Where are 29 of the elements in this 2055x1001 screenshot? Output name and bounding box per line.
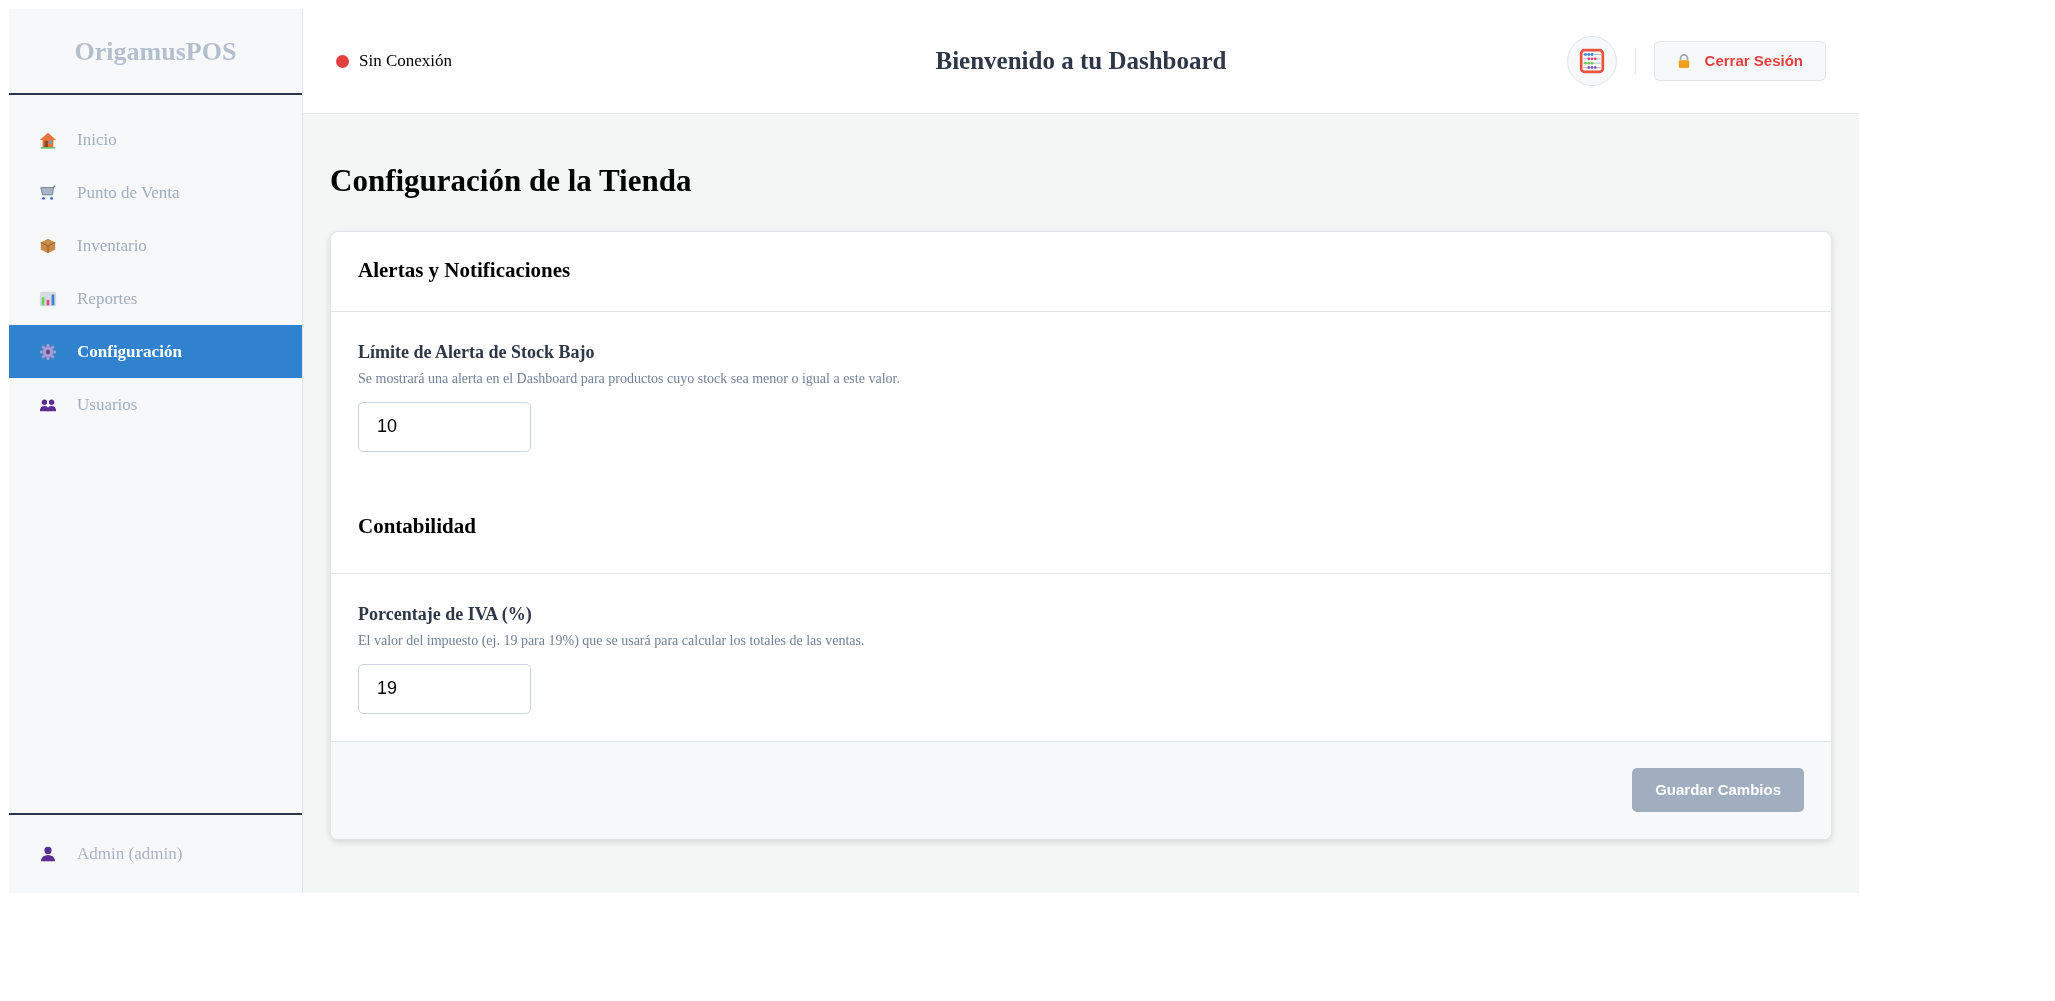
section-title: Contabilidad [358, 512, 476, 540]
nav-item[interactable]: Inicio [9, 113, 302, 166]
logout-button[interactable]: Cerrar Sesión [1653, 41, 1826, 81]
padlock-icon [1676, 54, 1691, 68]
number-field[interactable]: 10 [358, 401, 531, 452]
page-header-title: Bienvenido a tu Dashboard [935, 46, 1227, 77]
app-logo: OrigamusPOS [74, 35, 237, 68]
field-help: El valor del impuesto (ej. 19 para 19%) que se usará para calcular los totales de las ventas. [358, 631, 866, 650]
field-help: Se mostrará una alerta en el Dashboard para productos cuyo stock sea menor o igual a este valor. [358, 369, 901, 388]
nav-item[interactable]: Reportes [9, 272, 302, 325]
gear-icon [39, 342, 57, 361]
field-label: Porcentaje de IVA (%) [358, 602, 533, 626]
cart-icon [39, 183, 57, 202]
user-icon [39, 845, 57, 863]
nav-item[interactable]: Punto de Venta [9, 166, 302, 219]
abacus-button[interactable] [1566, 36, 1617, 86]
nav-item[interactable]: Inventario [9, 219, 302, 272]
nav-item[interactable]: Configuración [9, 325, 302, 378]
field-label: Límite de Alerta de Stock Bajo [358, 340, 596, 364]
house-icon [39, 130, 57, 149]
bar-chart-icon [39, 289, 57, 308]
box-icon [39, 236, 57, 255]
connection-status: Sin Conexión [359, 50, 453, 73]
section-title: Alertas y Notificaciones [358, 257, 571, 285]
page-title: Configuración de la Tienda [330, 162, 693, 200]
user-name: Admin (admin) [77, 843, 183, 866]
nav-item[interactable]: Usuarios [9, 378, 302, 431]
number-field[interactable]: 19 [358, 663, 531, 714]
abacus-icon [1578, 48, 1605, 74]
